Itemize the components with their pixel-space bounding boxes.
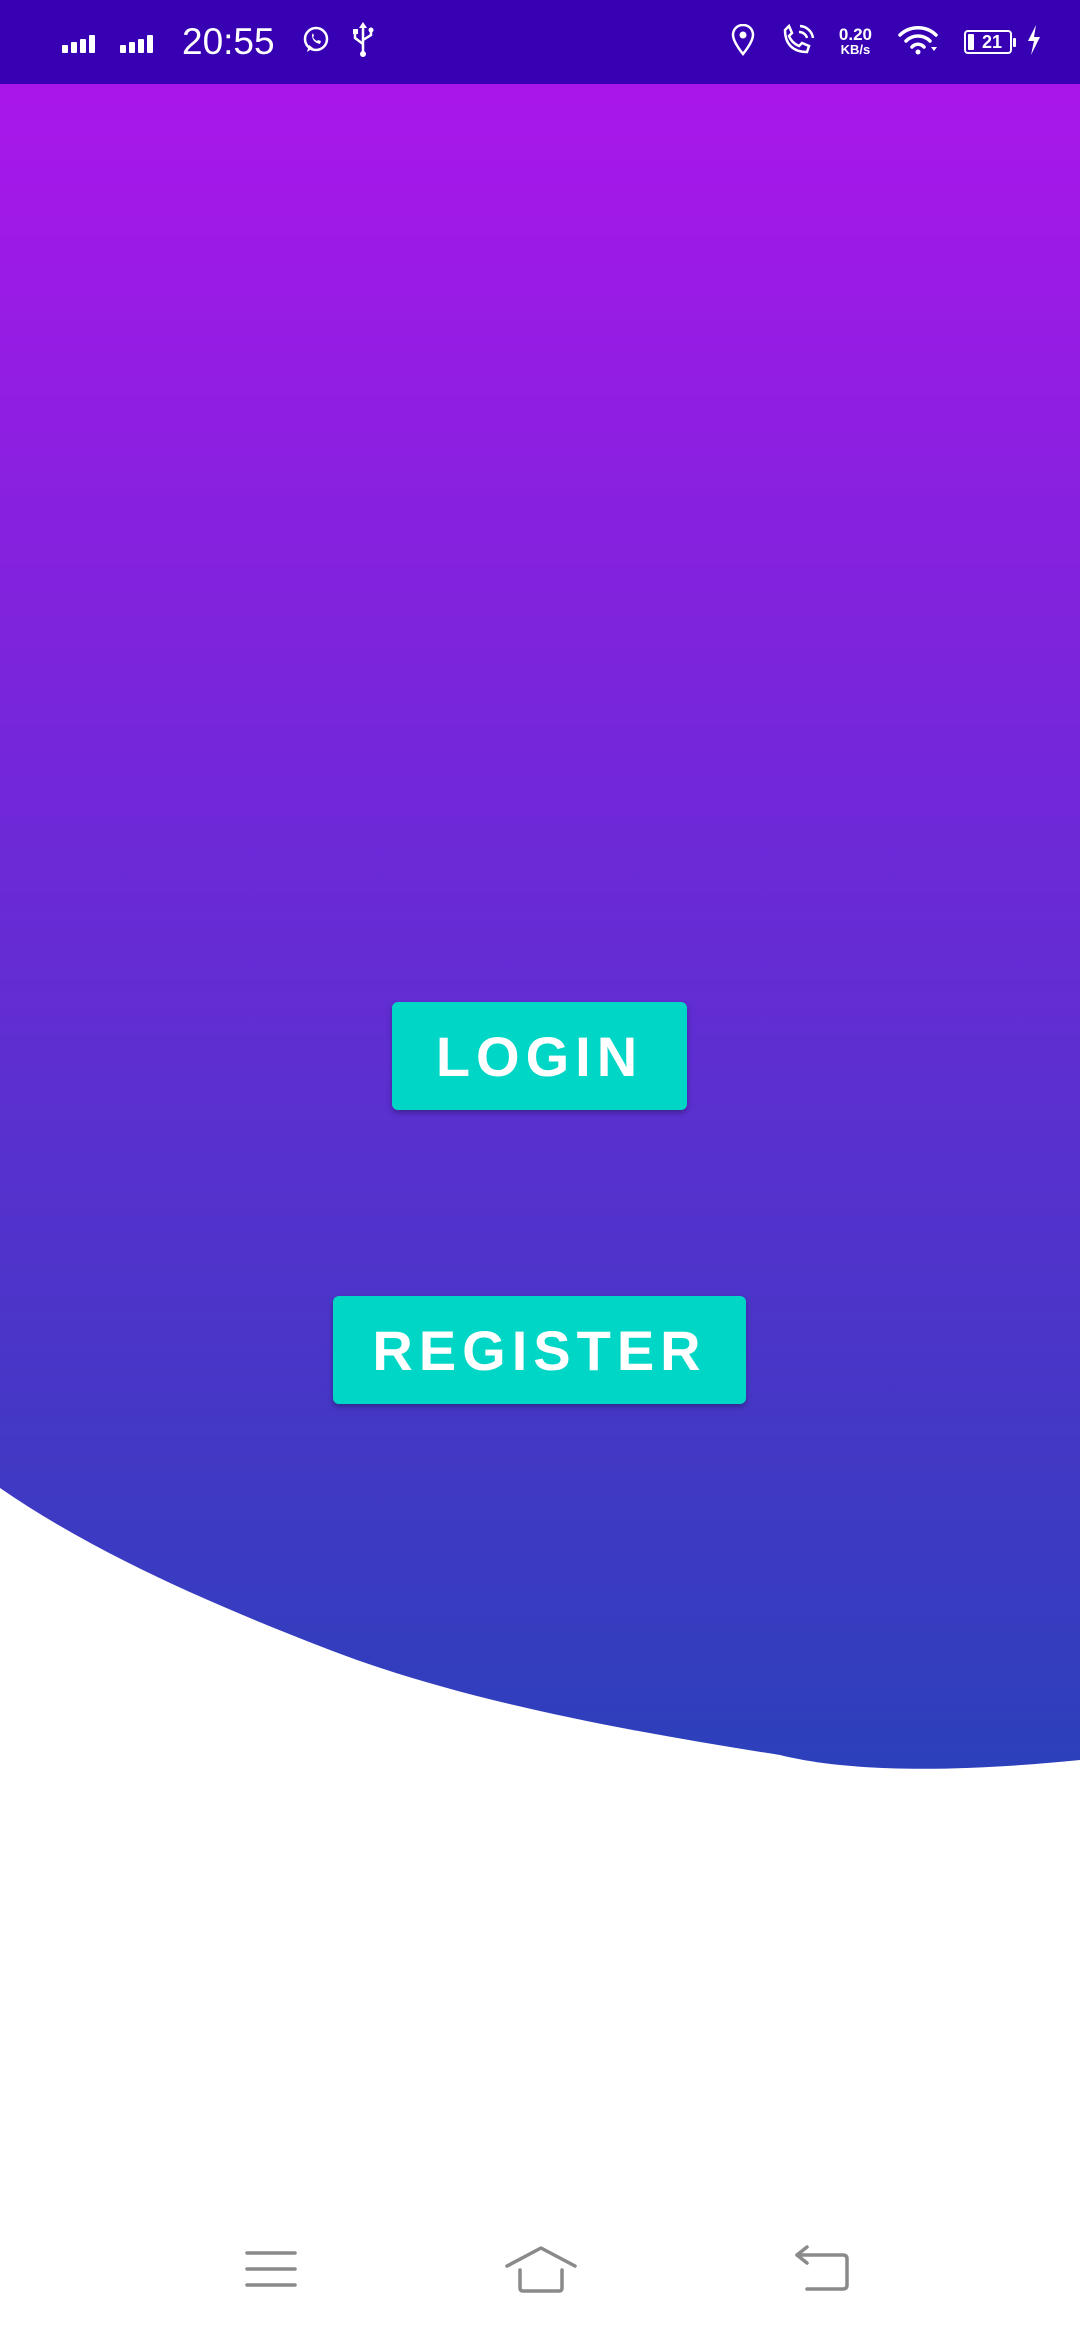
location-icon <box>731 23 755 61</box>
status-time: 20:55 <box>182 21 275 62</box>
home-icon <box>505 2246 577 2293</box>
hero-curved-shape <box>0 0 1080 1769</box>
status-bar: 20:55 0.20 KB/s 21 <box>0 0 1080 84</box>
hero-background <box>0 0 1080 1769</box>
signal-1-icon <box>62 31 98 53</box>
battery-level: 21 <box>981 31 1003 52</box>
net-speed: 0.20 KB/s <box>838 25 872 57</box>
usb-icon <box>351 21 375 63</box>
status-bar-right: 0.20 KB/s 21 <box>705 0 1042 84</box>
register-button[interactable]: REGISTER <box>333 1296 746 1404</box>
login-button[interactable]: LOGIN <box>392 1002 687 1110</box>
nav-home-button[interactable] <box>496 2234 586 2304</box>
battery-fill <box>968 34 974 50</box>
status-bar-left: 20:55 <box>62 0 395 84</box>
back-icon <box>795 2245 849 2291</box>
wifi-icon <box>898 25 938 60</box>
charging-icon <box>1026 24 1042 60</box>
wifi-calling-icon <box>781 23 815 61</box>
screen: 20:55 0.20 KB/s 21 LOGIN REGISTER <box>0 0 1080 2340</box>
net-speed-value: 0.20 <box>838 25 872 44</box>
nav-menu-button[interactable] <box>226 2234 316 2304</box>
net-speed-unit: KB/s <box>840 42 871 57</box>
whatsapp-icon <box>301 25 331 60</box>
signal-2-icon <box>120 31 156 53</box>
nav-back-button[interactable] <box>778 2234 868 2304</box>
navigation-bar <box>0 2214 1080 2340</box>
menu-icon <box>245 2251 297 2287</box>
battery-icon: 21 <box>964 30 1016 54</box>
